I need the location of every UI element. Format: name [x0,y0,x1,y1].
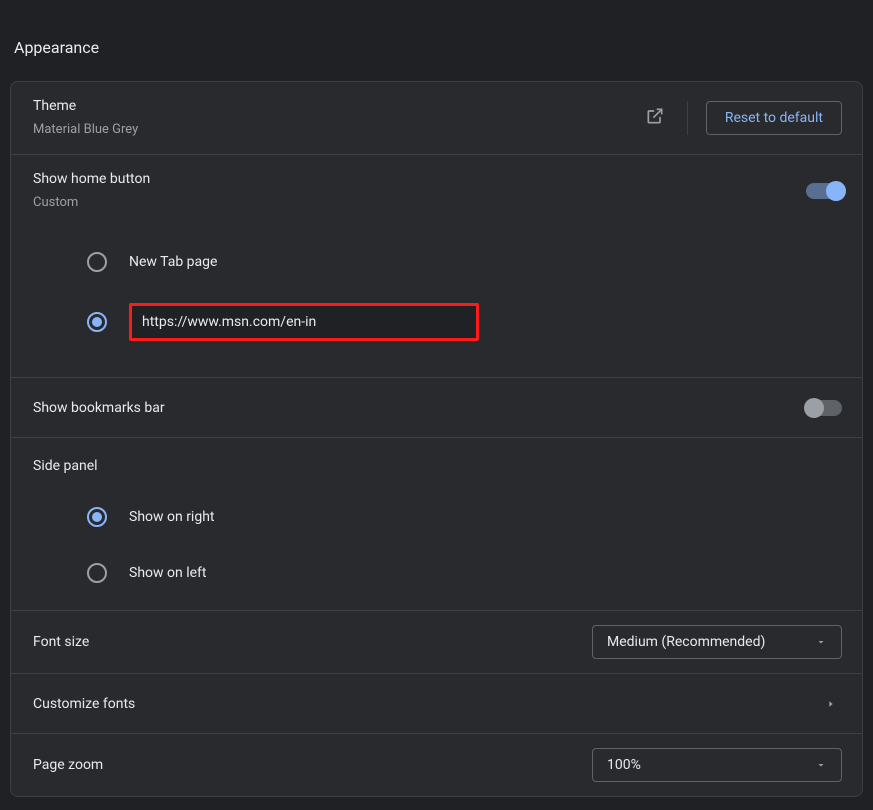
divider [687,101,688,135]
radio-newtab-label: New Tab page [129,254,217,270]
radio-custom[interactable] [87,312,107,332]
dropdown-icon [815,759,827,771]
chevron-right-icon [826,697,842,711]
theme-value: Material Blue Grey [33,120,138,140]
home-button-toggle[interactable] [806,183,842,199]
theme-row: Theme Material Blue Grey Reset to defaul… [11,82,862,155]
side-panel-section: Side panel Show on right Show on left [11,438,862,611]
radio-newtab[interactable] [87,252,107,272]
home-option-custom[interactable] [31,291,842,353]
page-zoom-label: Page zoom [33,755,103,775]
radio-side-left-label: Show on left [129,565,206,581]
home-button-sub: Custom [33,193,150,213]
custom-url-highlight [129,303,479,341]
reset-theme-button[interactable]: Reset to default [706,101,842,136]
side-panel-option-left[interactable]: Show on left [31,548,842,598]
side-panel-label: Side panel [33,456,842,476]
bookmarks-bar-row: Show bookmarks bar [11,378,862,438]
radio-side-right-label: Show on right [129,509,215,525]
open-theme-store-button[interactable] [641,102,669,134]
home-button-section: Show home button Custom New Tab page [11,155,862,378]
dropdown-icon [815,636,827,648]
page-zoom-select[interactable]: 100% [592,748,842,782]
side-panel-option-right[interactable]: Show on right [31,492,842,542]
appearance-card: Theme Material Blue Grey Reset to defaul… [10,81,863,797]
bookmarks-bar-label: Show bookmarks bar [33,398,165,418]
home-option-newtab[interactable]: New Tab page [31,237,842,287]
radio-side-left[interactable] [87,563,107,583]
font-size-row: Font size Medium (Recommended) [11,611,862,674]
section-title: Appearance [0,0,873,57]
customize-fonts-row[interactable]: Customize fonts [11,674,862,734]
bookmarks-bar-toggle[interactable] [806,400,842,416]
radio-side-right[interactable] [87,507,107,527]
customize-fonts-label: Customize fonts [33,694,135,714]
font-size-label: Font size [33,632,89,652]
open-external-icon [645,106,665,130]
font-size-value: Medium (Recommended) [607,634,765,650]
font-size-select[interactable]: Medium (Recommended) [592,625,842,659]
page-zoom-row: Page zoom 100% [11,734,862,796]
theme-label: Theme [33,96,138,116]
page-zoom-value: 100% [607,757,641,773]
custom-url-input[interactable] [132,306,476,338]
home-button-label: Show home button [33,169,150,189]
